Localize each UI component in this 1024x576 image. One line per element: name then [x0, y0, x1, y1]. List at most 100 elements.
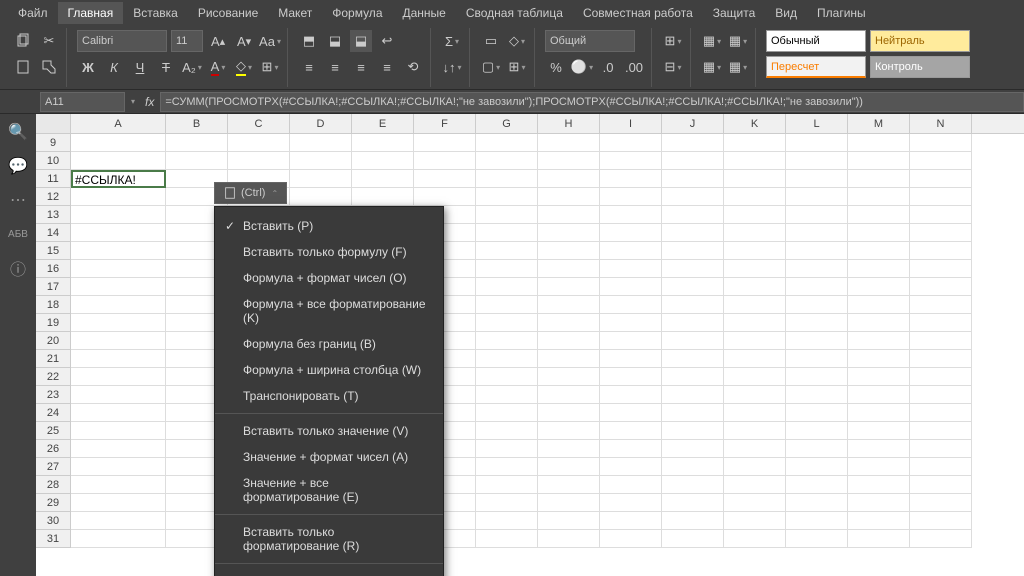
cell[interactable] [786, 206, 848, 224]
cell[interactable] [848, 368, 910, 386]
cell[interactable] [848, 296, 910, 314]
cell-styles-icon[interactable]: ▦▾ [727, 56, 749, 78]
format-table-icon[interactable]: ▦▾ [701, 56, 723, 78]
justify-icon[interactable]: ≡ [376, 56, 398, 78]
bold-icon[interactable]: Ж [77, 56, 99, 78]
increase-font-icon[interactable]: A▴ [207, 30, 229, 52]
cell[interactable] [71, 476, 166, 494]
cell[interactable] [166, 134, 228, 152]
row-header[interactable]: 25 [36, 422, 71, 440]
cell[interactable] [71, 440, 166, 458]
align-right-icon[interactable]: ≡ [350, 56, 372, 78]
column-header[interactable]: B [166, 114, 228, 133]
copy-icon[interactable] [12, 30, 34, 52]
cell[interactable] [786, 332, 848, 350]
context-menu-item[interactable]: Формула + все форматирование (K) [215, 291, 443, 331]
cell[interactable] [600, 134, 662, 152]
cell[interactable] [71, 350, 166, 368]
menu-файл[interactable]: Файл [8, 2, 58, 24]
row-header[interactable]: 28 [36, 476, 71, 494]
menu-сводная таблица[interactable]: Сводная таблица [456, 2, 573, 24]
sort-icon[interactable]: ↓↑▾ [441, 56, 463, 78]
row-header[interactable]: 20 [36, 332, 71, 350]
cell[interactable] [662, 368, 724, 386]
cell[interactable] [848, 494, 910, 512]
chat-icon[interactable]: ⋯ [8, 190, 28, 210]
cell[interactable] [662, 296, 724, 314]
insert-cells-icon[interactable]: ⊞▾ [662, 30, 684, 52]
cell[interactable] [848, 224, 910, 242]
cell[interactable] [538, 494, 600, 512]
cell[interactable] [71, 494, 166, 512]
cell[interactable] [662, 332, 724, 350]
cell[interactable] [848, 242, 910, 260]
clear-icon[interactable]: ◇▾ [506, 30, 528, 52]
cell[interactable] [662, 440, 724, 458]
cell[interactable] [910, 458, 972, 476]
cell[interactable] [538, 152, 600, 170]
row-header[interactable]: 23 [36, 386, 71, 404]
cell[interactable] [786, 242, 848, 260]
spellcheck-icon[interactable]: АБВ [8, 224, 28, 244]
cell[interactable] [71, 260, 166, 278]
cell[interactable] [724, 314, 786, 332]
cell[interactable] [600, 260, 662, 278]
cell[interactable] [724, 224, 786, 242]
menu-вставка[interactable]: Вставка [123, 2, 188, 24]
cell[interactable] [662, 494, 724, 512]
cell[interactable] [476, 152, 538, 170]
subscript-icon[interactable]: A₂▾ [181, 56, 203, 78]
cell[interactable] [910, 134, 972, 152]
cell[interactable] [476, 206, 538, 224]
menu-плагины[interactable]: Плагины [807, 2, 876, 24]
cell[interactable] [724, 278, 786, 296]
cell[interactable] [848, 458, 910, 476]
fx-icon[interactable]: fx [139, 95, 160, 109]
accounting-icon[interactable]: ⚪▾ [571, 56, 593, 78]
cell[interactable] [724, 152, 786, 170]
cell[interactable] [71, 314, 166, 332]
cell[interactable] [476, 278, 538, 296]
cell[interactable] [662, 404, 724, 422]
cell[interactable] [538, 422, 600, 440]
cell[interactable] [538, 368, 600, 386]
format-painter-icon[interactable] [38, 56, 60, 78]
cell[interactable] [476, 242, 538, 260]
menu-вид[interactable]: Вид [765, 2, 807, 24]
cell[interactable] [662, 134, 724, 152]
cell[interactable] [662, 476, 724, 494]
cell[interactable] [910, 314, 972, 332]
cell[interactable] [538, 386, 600, 404]
cell[interactable] [71, 332, 166, 350]
cell[interactable] [848, 332, 910, 350]
cell[interactable] [290, 170, 352, 188]
cell[interactable] [476, 296, 538, 314]
cell[interactable] [910, 332, 972, 350]
cell[interactable] [71, 386, 166, 404]
underline-icon[interactable]: Ч [129, 56, 151, 78]
cell[interactable] [662, 512, 724, 530]
cell[interactable] [538, 332, 600, 350]
cell[interactable] [538, 188, 600, 206]
cell[interactable] [476, 134, 538, 152]
cell[interactable] [724, 368, 786, 386]
cell[interactable] [786, 422, 848, 440]
cell[interactable] [662, 188, 724, 206]
row-header[interactable]: 12 [36, 188, 71, 206]
cell[interactable] [538, 134, 600, 152]
cell[interactable] [910, 440, 972, 458]
context-menu-item[interactable]: Вставить (P) [215, 213, 443, 239]
cell[interactable] [724, 188, 786, 206]
cell[interactable] [910, 350, 972, 368]
wrap-text-icon[interactable]: ↩ [376, 30, 398, 52]
fill-color-icon[interactable]: ◇▾ [233, 56, 255, 78]
cell[interactable] [538, 404, 600, 422]
cell[interactable] [724, 242, 786, 260]
cell[interactable] [662, 314, 724, 332]
cell[interactable] [910, 512, 972, 530]
cell[interactable] [600, 512, 662, 530]
cell[interactable] [848, 512, 910, 530]
cell[interactable] [228, 134, 290, 152]
conditional-format-icon[interactable]: ▦▾ [701, 30, 723, 52]
cell[interactable] [786, 386, 848, 404]
